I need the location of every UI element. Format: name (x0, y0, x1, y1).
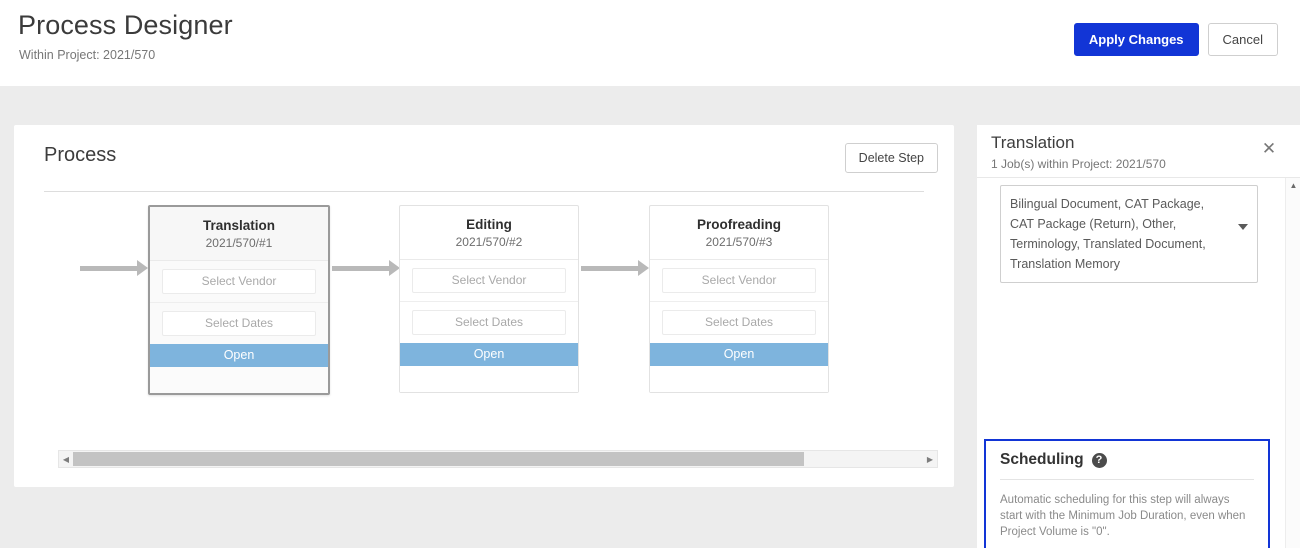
step-vendor-wrap: Select Vendor (150, 261, 328, 303)
delete-step-button[interactable]: Delete Step (844, 143, 938, 173)
scroll-left-icon[interactable]: ◀ (59, 451, 73, 467)
step-dates-wrap: Select Dates (400, 302, 578, 343)
process-flow-inner: Translation 2021/570/#1 Select Vendor Se… (14, 205, 954, 445)
process-step-proofreading[interactable]: Proofreading 2021/570/#3 Select Vendor S… (649, 205, 829, 393)
scheduling-header: Scheduling ? (1000, 451, 1254, 480)
page-subtitle: Within Project: 2021/570 (19, 48, 156, 62)
detail-panel-body: Bilingual Document, CAT Package, CAT Pac… (977, 178, 1277, 548)
step-status-badge[interactable]: Open (400, 343, 578, 366)
process-horizontal-scrollbar[interactable]: ◀ ▶ (58, 450, 938, 468)
select-dates-field[interactable]: Select Dates (162, 311, 316, 336)
file-types-value: Bilingual Document, CAT Package, CAT Pac… (1010, 197, 1206, 271)
step-footer (400, 366, 578, 392)
scrollbar-track[interactable] (73, 451, 923, 467)
flow-arrow-3 (581, 260, 649, 276)
detail-panel-vertical-scrollbar[interactable]: ▲ (1285, 178, 1300, 548)
select-dates-field[interactable]: Select Dates (662, 310, 816, 335)
step-dates-wrap: Select Dates (650, 302, 828, 343)
step-vendor-wrap: Select Vendor (650, 260, 828, 302)
step-status-badge[interactable]: Open (150, 344, 328, 367)
scroll-up-icon[interactable]: ▲ (1286, 178, 1300, 192)
header-actions: Apply Changes Cancel (1073, 23, 1278, 56)
process-flow-canvas: Translation 2021/570/#1 Select Vendor Se… (14, 205, 954, 445)
select-vendor-field[interactable]: Select Vendor (662, 268, 816, 293)
scheduling-note: Automatic scheduling for this step will … (1000, 494, 1246, 538)
apply-changes-button[interactable]: Apply Changes (1073, 23, 1199, 56)
detail-panel-header: Translation 1 Job(s) within Project: 202… (977, 125, 1300, 178)
step-name: Editing (466, 217, 512, 232)
step-vendor-wrap: Select Vendor (400, 260, 578, 302)
detail-panel-subtitle: 1 Job(s) within Project: 2021/570 (991, 157, 1166, 171)
select-dates-field[interactable]: Select Dates (412, 310, 566, 335)
step-dates-wrap: Select Dates (150, 303, 328, 344)
process-card-divider (44, 191, 924, 192)
app-header: Process Designer Within Project: 2021/57… (0, 0, 1300, 86)
scrollbar-thumb[interactable] (73, 452, 804, 466)
flow-arrow-1 (80, 260, 148, 276)
step-header: Editing 2021/570/#2 (400, 206, 578, 260)
process-card: Process Delete Step Translation 2021/570… (14, 125, 954, 487)
process-card-title: Process (44, 144, 117, 166)
file-types-select[interactable]: Bilingual Document, CAT Package, CAT Pac… (1000, 185, 1258, 283)
page-title: Process Designer (18, 10, 233, 40)
step-header: Proofreading 2021/570/#3 (650, 206, 828, 260)
step-footer (650, 366, 828, 392)
scheduling-section: Scheduling ? Automatic scheduling for th… (984, 439, 1270, 548)
step-name: Proofreading (696, 217, 781, 232)
scheduling-title: Scheduling (1000, 451, 1084, 468)
flow-arrow-2 (332, 260, 400, 276)
detail-panel-title: Translation (991, 133, 1075, 152)
select-vendor-field[interactable]: Select Vendor (412, 268, 566, 293)
close-icon[interactable]: ✕ (1260, 140, 1278, 158)
workspace: Process Delete Step Translation 2021/570… (0, 86, 1300, 548)
step-header: Translation 2021/570/#1 (150, 207, 328, 261)
process-card-header: Process Delete Step (14, 125, 954, 191)
help-icon[interactable]: ? (1091, 452, 1107, 468)
step-code: 2021/570/#2 (455, 235, 523, 249)
select-vendor-field[interactable]: Select Vendor (162, 269, 316, 294)
process-step-editing[interactable]: Editing 2021/570/#2 Select Vendor Select… (399, 205, 579, 393)
scroll-right-icon[interactable]: ▶ (923, 451, 937, 467)
step-code: 2021/570/#3 (705, 235, 773, 249)
step-footer (150, 367, 328, 393)
step-name: Translation (202, 218, 275, 233)
cancel-button[interactable]: Cancel (1207, 23, 1278, 56)
process-step-translation[interactable]: Translation 2021/570/#1 Select Vendor Se… (148, 205, 330, 395)
chevron-down-icon[interactable] (1238, 224, 1248, 230)
step-status-badge[interactable]: Open (650, 343, 828, 366)
step-code: 2021/570/#1 (205, 236, 273, 250)
step-detail-panel: Translation 1 Job(s) within Project: 202… (977, 125, 1300, 548)
